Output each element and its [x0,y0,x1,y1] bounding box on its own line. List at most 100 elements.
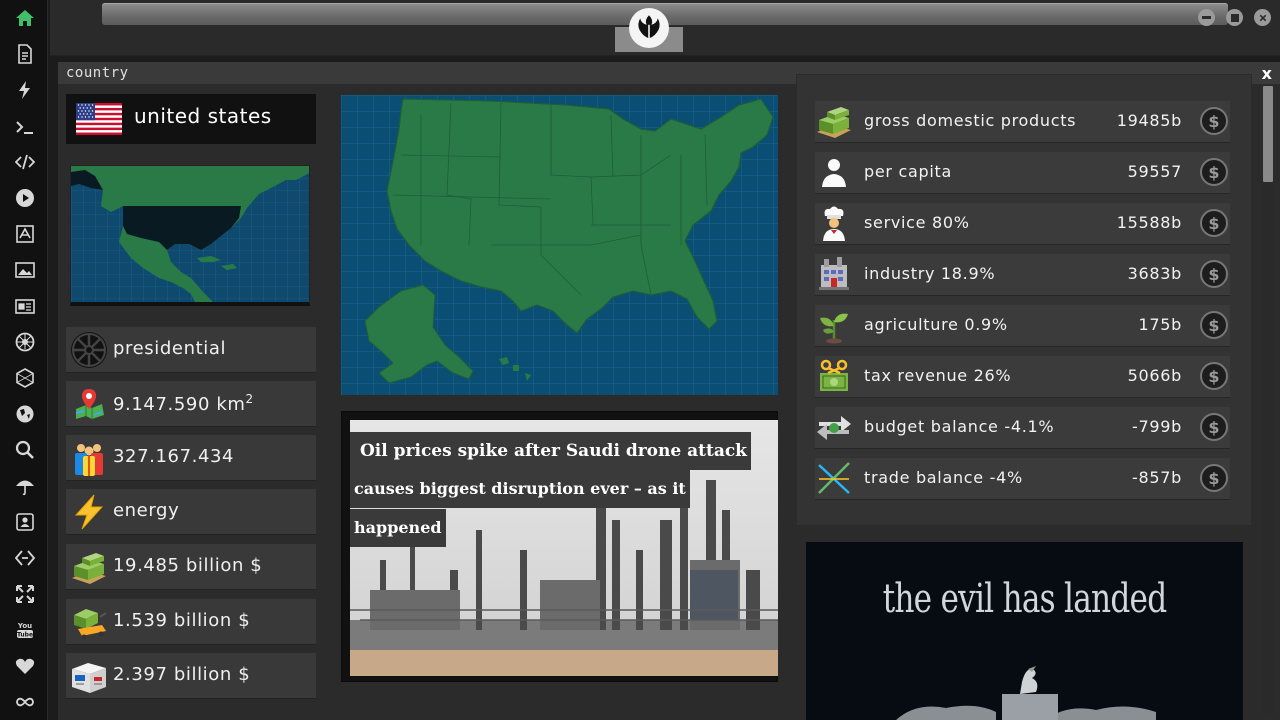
us-flag-icon [76,103,122,135]
exports-row[interactable]: 2.397 billion $ [66,653,316,698]
econ-row-gdp[interactable]: gross domestic products 19485b $ [815,101,1230,142]
econ-row-industry[interactable]: industry 18.9% 3683b $ [815,254,1230,295]
headline-line-1[interactable]: Oil prices spike after Saudi drone attac… [350,432,751,470]
contact-card-icon[interactable] [12,509,38,535]
play-icon[interactable] [12,185,38,211]
econ-label: tax revenue 26% [864,366,1012,385]
plant-icon [815,306,853,344]
population-row[interactable]: 327.167.434 [66,435,316,480]
person-icon [815,153,853,191]
search-icon[interactable] [12,437,38,463]
dollar-coin-icon[interactable]: $ [1200,158,1228,186]
money-stack-icon [815,102,853,140]
dollar-coin-icon[interactable]: $ [1200,362,1228,390]
panel-close-button[interactable]: x [1262,64,1272,83]
econ-row-tax[interactable]: tax revenue 26% 5066b $ [815,356,1230,397]
area-value: 9.147.590 km2 [113,392,254,415]
dollar-coin-icon[interactable]: $ [1200,311,1228,339]
dollar-coin-icon[interactable]: $ [1200,464,1228,492]
home-icon[interactable] [12,5,38,31]
econ-value: 5066b [1127,366,1182,385]
translate-icon[interactable] [12,221,38,247]
econ-value: -857b [1132,468,1182,487]
country-header: united states [66,94,316,144]
econ-row-agriculture[interactable]: agriculture 0.9% 175b $ [815,305,1230,346]
energy-bolt-icon [70,493,108,531]
youtube-icon[interactable]: You Tube [12,617,38,643]
econ-value: 175b [1138,315,1182,334]
dollar-coin-icon[interactable]: $ [1200,260,1228,288]
energy-row[interactable]: energy [66,489,316,534]
econ-row-service[interactable]: service 80% 15588b $ [815,203,1230,244]
svg-text:You: You [17,622,32,630]
close-window-button[interactable] [1254,9,1271,26]
econ-label: gross domestic products [864,111,1077,130]
document-icon[interactable] [12,41,38,67]
hexagon-icon[interactable] [12,365,38,391]
expand-icon[interactable] [12,581,38,607]
econ-value: 15588b [1116,213,1182,232]
empire-icon[interactable] [12,329,38,355]
econ-label: industry 18.9% [864,264,996,283]
chef-icon [815,204,853,242]
code-icon[interactable] [12,149,38,175]
energy-label: energy [113,500,180,521]
country-map[interactable] [341,95,778,395]
dollar-coin-icon[interactable]: $ [1200,107,1228,135]
heart-icon[interactable] [12,653,38,679]
lightning-icon[interactable] [12,77,38,103]
government-row[interactable]: presidential [66,327,316,372]
headline-line-2[interactable]: causes biggest disruption ever – as it [350,470,690,508]
shipping-box-icon [70,657,108,695]
dollar-coin-icon[interactable]: $ [1200,413,1228,441]
tax-money-icon [815,357,853,395]
econ-label: agriculture 0.9% [864,315,1008,334]
refinery-photo: Oil prices spike after Saudi drone attac… [350,420,778,676]
galactic-empire-icon [70,331,108,369]
econ-row-budget[interactable]: budget balance -4.1% -799b $ [815,407,1230,448]
map-pin-icon [70,385,108,423]
population-value: 327.167.434 [113,446,235,467]
rebel-alliance-logo-icon[interactable] [629,8,669,48]
diamond-link-icon[interactable] [12,545,38,571]
trade-cross-icon [815,459,853,497]
gdp-row[interactable]: 19.485 billion $ [66,544,316,589]
globe-icon[interactable] [12,401,38,427]
svg-text:Tube: Tube [17,632,33,639]
minimize-button[interactable] [1198,9,1215,26]
image-icon[interactable] [12,257,38,283]
terminal-icon[interactable] [12,114,38,140]
transfer-arrows-icon [815,408,853,446]
news-card[interactable]: Oil prices spike after Saudi drone attac… [341,411,778,682]
econ-label: service 80% [864,213,970,232]
region-minimap[interactable] [70,165,310,306]
window-title: country [66,65,129,81]
econ-row-per-capita[interactable]: per capita 59557 $ [815,152,1230,193]
econ-row-trade[interactable]: trade balance -4% -857b $ [815,458,1230,499]
budget-row[interactable]: 1.539 billion $ [66,599,316,644]
factory-icon [815,255,853,293]
scrollbar-thumb[interactable] [1263,86,1273,182]
area-row[interactable]: 9.147.590 km2 [66,381,316,426]
econ-value: 59557 [1127,162,1182,181]
promo-poster[interactable]: the evil has landed [806,542,1243,720]
money-stack-icon [70,548,108,586]
dollar-coin-icon[interactable]: $ [1200,209,1228,237]
infinity-icon[interactable] [12,689,38,715]
econ-label: trade balance -4% [864,468,1023,487]
app-sidebar: You Tube [0,0,48,720]
econ-label: per capita [864,162,952,181]
maximize-button[interactable] [1226,9,1243,26]
econ-value: -799b [1132,417,1182,436]
econ-value: 3683b [1127,264,1182,283]
population-icon [70,439,108,477]
gdp-value: 19.485 billion $ [113,555,263,576]
poster-art [896,666,1156,720]
exports-value: 2.397 billion $ [113,664,251,685]
country-name: united states [134,104,272,128]
econ-value: 19485b [1116,111,1182,130]
newspaper-icon[interactable] [12,293,38,319]
umbrella-icon[interactable] [12,473,38,499]
budget-value: 1.539 billion $ [113,610,251,631]
headline-line-3[interactable]: happened [350,509,446,547]
